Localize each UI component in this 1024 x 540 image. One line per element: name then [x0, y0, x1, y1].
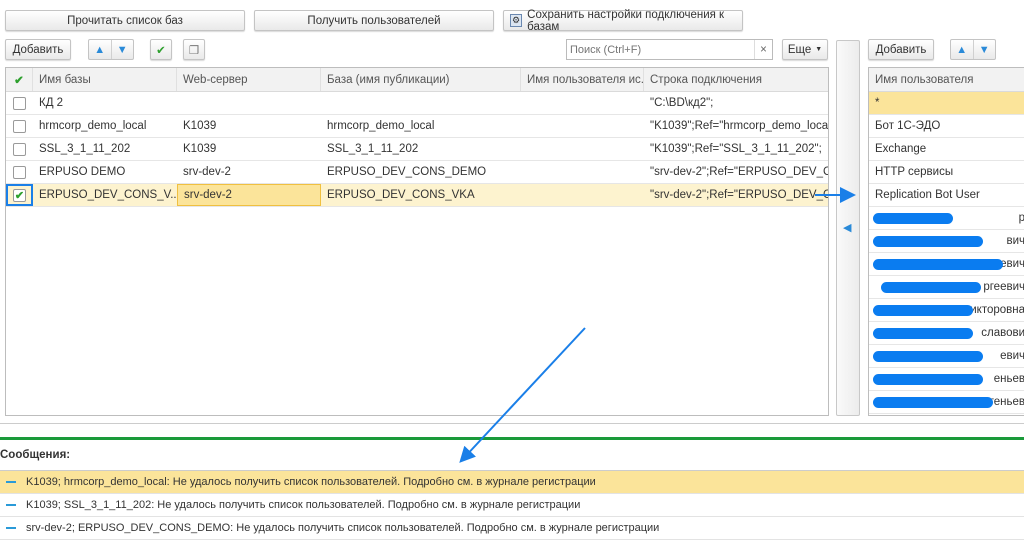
annotation-arrow — [459, 327, 586, 463]
annotation-arrows — [459, 187, 856, 463]
